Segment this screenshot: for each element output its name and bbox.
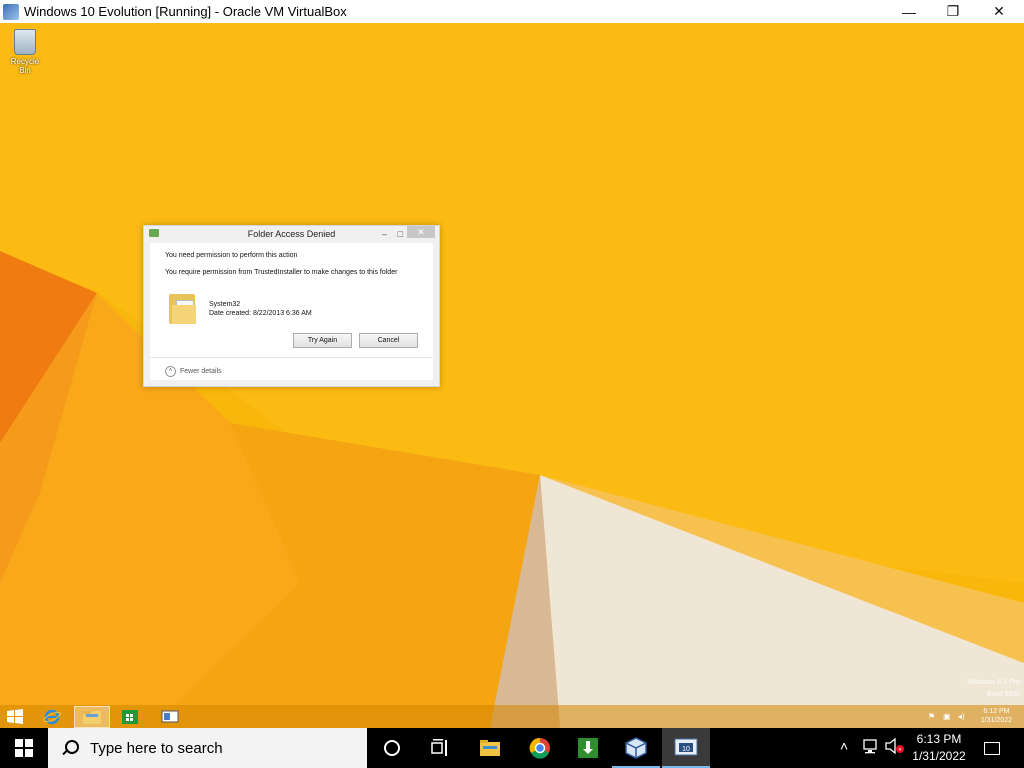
dialog-app-icon [149, 229, 159, 237]
guest-file-explorer-button[interactable] [74, 706, 110, 728]
folder-access-denied-dialog: Folder Access Denied – □ ✕ You need perm… [143, 225, 440, 387]
internet-explorer-icon[interactable] [43, 708, 61, 725]
taskbar-virtualbox[interactable] [612, 728, 660, 768]
cortana-icon [384, 740, 400, 756]
notification-icon [984, 741, 1000, 755]
svg-text:10: 10 [682, 746, 690, 753]
taskbar-chrome[interactable] [516, 728, 564, 768]
cancel-button[interactable]: Cancel [359, 333, 418, 348]
dialog-body: You need permission to perform this acti… [150, 243, 433, 380]
green-download-app-icon [578, 738, 598, 758]
host-taskbar: 10 ˄ × 6:13 PM 1/31/2022 [0, 728, 1024, 768]
windows-logo-icon [15, 739, 33, 757]
dialog-title: Folder Access Denied [247, 229, 336, 239]
close-button[interactable]: ✕ [976, 0, 1022, 23]
folder-date-created: Date created: 8/22/2013 6:36 AM [209, 310, 312, 317]
store-icon[interactable] [121, 708, 139, 725]
permission-heading: You need permission to perform this acti… [165, 252, 298, 259]
host-time: 6:13 PM [916, 732, 962, 746]
action-center-button[interactable] [972, 728, 1012, 768]
host-date: 1/31/2022 [912, 749, 966, 763]
guest-clock[interactable]: 6:12 PM 1/31/2022 [981, 707, 1012, 725]
permission-message: You require permission from TrustedInsta… [165, 269, 398, 276]
watermark-build: Build 9600 [986, 691, 1020, 698]
recycle-bin-label: Recycle Bin [10, 57, 40, 75]
virtualbox-taskbar-icon [625, 737, 647, 759]
vm-window-icon: 10 [674, 738, 698, 756]
recycle-bin-icon [14, 29, 36, 55]
chrome-icon [529, 737, 550, 759]
fewer-details-label: Fewer details [180, 368, 222, 375]
dialog-divider [150, 357, 433, 358]
start-button[interactable] [0, 728, 48, 768]
dialog-minimize-button[interactable]: – [382, 226, 387, 242]
try-again-button[interactable]: Try Again [293, 333, 352, 348]
guest-start-button[interactable] [6, 708, 24, 725]
restore-button[interactable]: ❐ [930, 0, 976, 23]
guest-network-icon[interactable]: ▣ [943, 712, 951, 721]
taskbar-file-explorer[interactable] [466, 728, 514, 768]
file-explorer-icon [480, 740, 500, 756]
host-window-title: Windows 10 Evolution [Running] - Oracle … [24, 4, 347, 19]
show-hidden-icons-chevron-icon[interactable]: ˄ [840, 738, 848, 754]
folder-icon [169, 291, 197, 325]
network-icon[interactable] [862, 738, 880, 757]
host-clock[interactable]: 6:13 PM 1/31/2022 [906, 731, 972, 765]
task-view-icon [431, 739, 447, 756]
volume-muted-icon[interactable]: × [885, 737, 905, 757]
fewer-details-toggle[interactable]: ˄ Fewer details [165, 366, 222, 377]
watermark-edition: Windows 8.1 Pro [967, 679, 1020, 686]
search-input[interactable] [88, 738, 352, 758]
task-view-button[interactable] [416, 728, 464, 768]
guest-time: 6:12 PM [983, 708, 1010, 715]
guest-flag-icon[interactable]: ⚑ [928, 712, 935, 721]
svg-text:×: × [898, 748, 902, 754]
guest-date: 1/31/2022 [980, 717, 1012, 724]
search-icon [62, 740, 79, 756]
dialog-close-button[interactable]: ✕ [407, 226, 435, 238]
vm-screen[interactable]: Recycle Bin Folder Access Denied – □ ✕ Y… [0, 23, 1024, 728]
recycle-bin-desktop-icon[interactable]: Recycle Bin [4, 29, 46, 75]
minimize-button[interactable]: — [886, 0, 932, 23]
taskbar-green-app[interactable] [564, 728, 612, 768]
chevron-up-icon: ˄ [165, 366, 176, 377]
taskbar-search-box[interactable] [48, 728, 367, 768]
dialog-maximize-button[interactable]: □ [398, 226, 403, 242]
taskbar-vm-window-active[interactable]: 10 [662, 728, 710, 768]
dialog-title-bar: Folder Access Denied – □ ✕ [144, 226, 439, 240]
virtualbox-icon [3, 3, 19, 20]
guest-window-icon[interactable] [161, 708, 179, 725]
folder-name: System32 [209, 301, 241, 308]
host-title-bar: Windows 10 Evolution [Running] - Oracle … [0, 0, 1024, 23]
guest-volume-icon[interactable]: ◂) [958, 712, 965, 721]
guest-taskbar: ⚑ ▣ ◂) 6:12 PM 1/31/2022 [0, 705, 1024, 728]
cortana-button[interactable] [368, 728, 416, 768]
